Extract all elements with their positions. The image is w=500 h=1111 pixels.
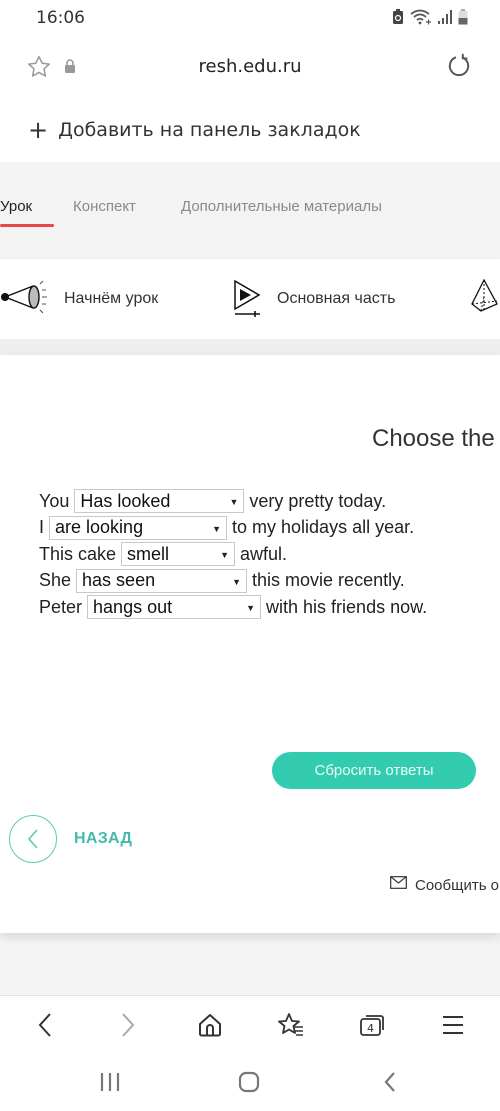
url-text[interactable]: resh.edu.ru bbox=[0, 56, 500, 77]
plus-icon: + bbox=[28, 116, 49, 144]
step-pyramid[interactable] bbox=[469, 259, 499, 339]
report-error-link[interactable]: Сообщить о bbox=[390, 876, 499, 894]
sentence-row: This cake smell ▼ awful. bbox=[39, 541, 427, 568]
system-back-icon[interactable] bbox=[375, 1069, 405, 1095]
select-value: are looking bbox=[55, 517, 144, 538]
sentence-before: This cake bbox=[39, 543, 117, 564]
pyramid-icon bbox=[469, 277, 499, 322]
sentence-before: You bbox=[39, 490, 70, 511]
sentence-after: with his friends now. bbox=[266, 596, 428, 617]
reset-answers-button[interactable]: Сбросить ответы bbox=[272, 752, 476, 789]
home-icon[interactable] bbox=[195, 1010, 225, 1040]
status-bar: 16:06 bbox=[0, 0, 500, 38]
step-start-lesson[interactable]: Начнём урок bbox=[0, 259, 158, 339]
sentence-row: I are looking ▼ to my holidays all year. bbox=[39, 515, 427, 542]
status-time: 16:06 bbox=[36, 8, 85, 28]
tabs-icon[interactable]: 4 bbox=[357, 1010, 387, 1040]
answer-select[interactable]: hangs out ▼ bbox=[87, 595, 262, 620]
mail-icon bbox=[390, 876, 407, 894]
select-value: Has looked bbox=[80, 490, 171, 511]
forward-icon[interactable] bbox=[113, 1010, 143, 1040]
sentence-after: awful. bbox=[240, 543, 288, 564]
chevron-left-icon bbox=[27, 829, 38, 849]
select-value: has seen bbox=[82, 570, 156, 591]
status-icons bbox=[392, 9, 468, 25]
step-main-part[interactable]: Основная часть bbox=[233, 259, 395, 339]
bookmarks-icon[interactable] bbox=[276, 1010, 306, 1040]
sentence-row: She has seen ▼ this movie recently. bbox=[39, 568, 427, 595]
active-tab-indicator bbox=[0, 224, 54, 227]
add-bookmark-button[interactable]: + Добавить на панель закладок bbox=[28, 108, 361, 152]
dropdown-arrow-icon: ▼ bbox=[232, 576, 242, 587]
battery-icon bbox=[458, 9, 468, 25]
menu-icon[interactable] bbox=[438, 1010, 468, 1040]
back-circle[interactable] bbox=[9, 815, 57, 863]
play-icon bbox=[233, 277, 261, 322]
sentence-before: She bbox=[39, 570, 72, 591]
answer-select[interactable]: smell ▼ bbox=[121, 542, 236, 567]
report-label: Сообщить о bbox=[415, 876, 500, 894]
dropdown-arrow-icon: ▼ bbox=[212, 523, 222, 534]
dropdown-arrow-icon: ▼ bbox=[229, 497, 239, 508]
android-nav-bar bbox=[0, 1051, 500, 1111]
sentence-row: You Has looked ▼ very pretty today. bbox=[39, 488, 427, 515]
tab-summary[interactable]: Конспект bbox=[73, 198, 136, 215]
megaphone-icon bbox=[0, 277, 48, 322]
answer-select[interactable]: Has looked ▼ bbox=[74, 489, 245, 514]
dropdown-arrow-icon: ▼ bbox=[220, 550, 230, 561]
lesson-tabs: Урок Конспект Дополнительные материалы bbox=[0, 162, 500, 258]
exercise-card: Choose the You Has looked ▼ very pretty … bbox=[0, 355, 500, 933]
wifi-icon bbox=[410, 9, 432, 25]
sentence-after: this movie recently. bbox=[252, 570, 405, 591]
sentence-before: I bbox=[39, 517, 45, 538]
select-value: smell bbox=[127, 543, 170, 564]
recent-apps-icon[interactable] bbox=[95, 1069, 125, 1095]
lesson-steps: Начнём урок Основная часть bbox=[0, 259, 500, 339]
reload-icon[interactable] bbox=[446, 53, 472, 84]
sentence-row: Peter hangs out ▼ with his friends now. bbox=[39, 594, 427, 621]
back-label: НАЗАД bbox=[74, 830, 133, 847]
sentence-after: very pretty today. bbox=[249, 490, 387, 511]
answer-select[interactable]: are looking ▼ bbox=[49, 515, 228, 540]
answer-select[interactable]: has seen ▼ bbox=[76, 568, 248, 593]
battery-saver-icon bbox=[392, 9, 404, 25]
add-bookmark-label: Добавить на панель закладок bbox=[58, 119, 361, 141]
select-value: hangs out bbox=[93, 596, 173, 617]
sentence-after: to my holidays all year. bbox=[232, 517, 415, 538]
task-title: Choose the bbox=[372, 425, 495, 452]
sentence-before: Peter bbox=[39, 596, 83, 617]
browser-toolbar: 4 bbox=[0, 995, 500, 1051]
home-button-icon[interactable] bbox=[234, 1069, 264, 1095]
back-button[interactable]: НАЗАД bbox=[9, 815, 132, 863]
signal-icon bbox=[438, 10, 452, 24]
dropdown-arrow-icon: ▼ bbox=[246, 603, 256, 614]
section-gap bbox=[0, 339, 500, 355]
step-start-lesson-label: Начнём урок bbox=[64, 290, 159, 307]
back-icon[interactable] bbox=[30, 1010, 60, 1040]
tab-additional-materials[interactable]: Дополнительные материалы bbox=[181, 198, 382, 215]
tab-lesson[interactable]: Урок bbox=[0, 198, 32, 215]
sentences-list: You Has looked ▼ very pretty today. I ar… bbox=[39, 488, 427, 621]
web-page: Урок Конспект Дополнительные материалы Н… bbox=[0, 162, 500, 995]
step-main-part-label: Основная часть bbox=[277, 290, 396, 307]
tab-count: 4 bbox=[367, 1022, 374, 1035]
url-bar: resh.edu.ru bbox=[0, 40, 500, 96]
